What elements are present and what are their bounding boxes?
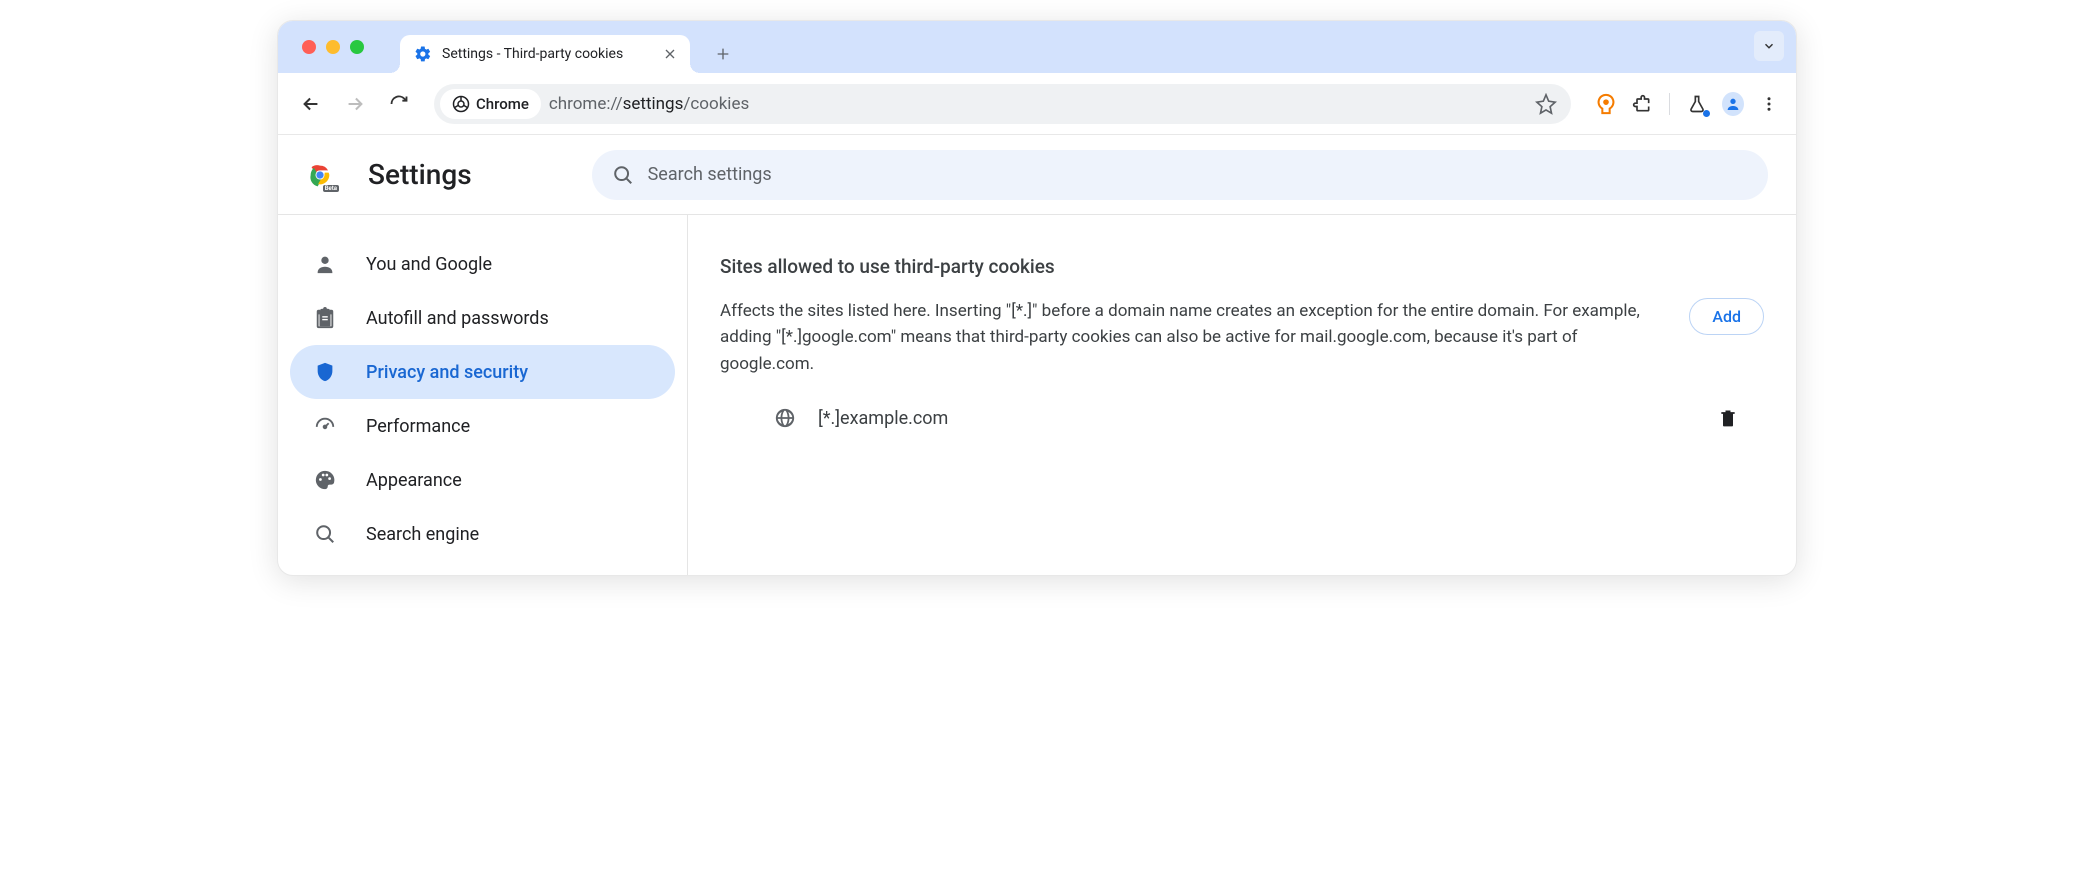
person-icon xyxy=(314,253,336,275)
sidebar-item-appearance[interactable]: Appearance xyxy=(290,453,675,507)
allowed-site-row: [*.]example.com xyxy=(720,407,1764,429)
sidebar-item-label: You and Google xyxy=(366,254,492,275)
search-icon xyxy=(314,523,336,545)
reload-button[interactable] xyxy=(382,87,416,121)
sidebar-item-label: Performance xyxy=(366,416,470,437)
delete-site-button[interactable] xyxy=(1718,407,1738,429)
globe-icon xyxy=(774,407,796,429)
sidebar-item-label: Privacy and security xyxy=(366,362,528,383)
labs-flask-icon[interactable] xyxy=(1686,93,1708,115)
sidebar-item-label: Appearance xyxy=(366,470,462,491)
sidebar-item-search-engine[interactable]: Search engine xyxy=(290,507,675,561)
site-chip[interactable]: Chrome xyxy=(440,89,541,119)
settings-sidebar: You and Google Autofill and passwords Pr… xyxy=(278,215,688,575)
forward-button[interactable] xyxy=(338,87,372,121)
site-pattern-value: [*.]example.com xyxy=(818,408,1696,429)
section-description: Affects the sites listed here. Inserting… xyxy=(720,298,1665,377)
tab-title: Settings - Third-party cookies xyxy=(442,46,652,62)
shield-icon xyxy=(314,361,336,383)
section-description-row: Affects the sites listed here. Inserting… xyxy=(720,298,1764,377)
back-button[interactable] xyxy=(294,87,328,121)
sidebar-item-label: Autofill and passwords xyxy=(366,308,549,329)
sidebar-item-privacy-security[interactable]: Privacy and security xyxy=(290,345,675,399)
maximize-window-button[interactable] xyxy=(350,40,364,54)
sidebar-item-label: Search engine xyxy=(366,524,479,545)
window-controls xyxy=(302,21,364,73)
reload-icon xyxy=(389,94,409,114)
url-display: chrome://settings/cookies xyxy=(549,94,749,114)
kebab-menu-icon xyxy=(1760,95,1778,113)
browser-menu-button[interactable] xyxy=(1758,93,1780,115)
site-chip-label: Chrome xyxy=(476,95,529,113)
speedometer-icon xyxy=(314,415,336,437)
section-title: Sites allowed to use third-party cookies xyxy=(720,255,1764,278)
tab-strip: Settings - Third-party cookies xyxy=(278,21,1796,73)
browser-tab[interactable]: Settings - Third-party cookies xyxy=(400,35,690,73)
sidebar-item-autofill[interactable]: Autofill and passwords xyxy=(290,291,675,345)
settings-search-input[interactable] xyxy=(648,164,1748,185)
toolbar-divider xyxy=(1669,93,1670,115)
search-icon xyxy=(612,164,634,186)
minimize-window-button[interactable] xyxy=(326,40,340,54)
settings-body: You and Google Autofill and passwords Pr… xyxy=(278,215,1796,575)
plus-icon xyxy=(715,46,731,62)
settings-gear-icon xyxy=(414,45,432,63)
browser-window: Settings - Third-party cookies Chrome ch… xyxy=(277,20,1797,576)
close-tab-icon[interactable] xyxy=(662,46,678,62)
palette-icon xyxy=(314,469,336,491)
close-window-button[interactable] xyxy=(302,40,316,54)
chevron-down-icon xyxy=(1762,39,1776,53)
clipboard-icon xyxy=(314,307,336,329)
extensions-puzzle-icon[interactable] xyxy=(1631,93,1653,115)
toolbar-actions xyxy=(1595,93,1780,115)
settings-header: Beta Settings xyxy=(278,135,1796,215)
bookmark-star-icon[interactable] xyxy=(1535,93,1557,115)
page-title: Settings xyxy=(368,158,472,191)
avatar xyxy=(1722,92,1744,116)
main-content: Sites allowed to use third-party cookies… xyxy=(688,215,1796,575)
arrow-left-icon xyxy=(300,93,322,115)
browser-toolbar: Chrome chrome://settings/cookies xyxy=(278,73,1796,135)
address-bar[interactable]: Chrome chrome://settings/cookies xyxy=(434,84,1571,124)
profile-avatar-button[interactable] xyxy=(1722,93,1744,115)
chrome-icon xyxy=(452,95,470,113)
new-tab-button[interactable] xyxy=(708,39,738,69)
add-site-button[interactable]: Add xyxy=(1689,298,1764,335)
extension-openvpn-icon[interactable] xyxy=(1595,93,1617,115)
arrow-right-icon xyxy=(344,93,366,115)
tab-search-button[interactable] xyxy=(1754,31,1784,61)
sidebar-item-you-and-google[interactable]: You and Google xyxy=(290,237,675,291)
chrome-logo-icon: Beta xyxy=(306,161,334,189)
sidebar-item-performance[interactable]: Performance xyxy=(290,399,675,453)
settings-search-bar[interactable] xyxy=(592,150,1768,200)
